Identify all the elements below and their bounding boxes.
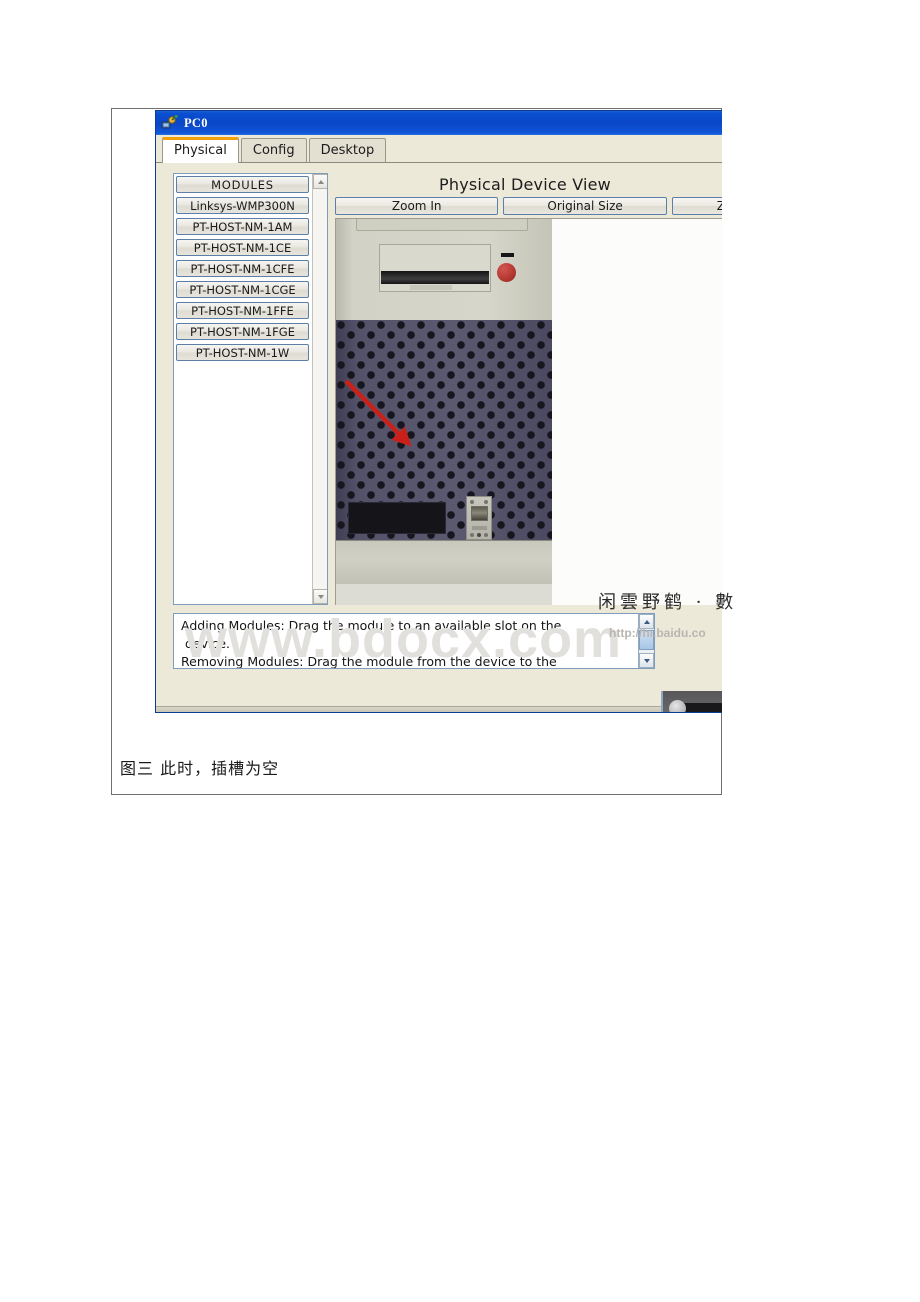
tower-vent-grille [336, 320, 552, 540]
original-size-button[interactable]: Original Size [503, 197, 667, 215]
plug-shape [669, 700, 686, 712]
module-item-pt-host-nm-1am[interactable]: PT-HOST-NM-1AM [176, 218, 309, 235]
window-title-bar: PC0 [156, 111, 722, 135]
help-scrollbar[interactable] [638, 614, 654, 668]
tower-base-panel [336, 540, 552, 585]
window-bottom-strip [156, 706, 722, 712]
tab-config[interactable]: Config [240, 138, 307, 162]
tower-optical-drive [379, 244, 491, 292]
nic-screw-icon [470, 500, 474, 504]
help-instructions: Adding Modules: Drag the module to an av… [181, 618, 562, 669]
tower-front-panel [336, 219, 552, 320]
modules-header: MODULES [176, 176, 309, 193]
modules-panel: MODULES Linksys-WMP300N PT-HOST-NM-1AM P… [173, 173, 328, 605]
modules-scrollbar[interactable] [312, 174, 327, 604]
module-item-pt-host-nm-1ffe[interactable]: PT-HOST-NM-1FFE [176, 302, 309, 319]
figure-caption: 图三 此时，插槽为空 [120, 759, 280, 778]
pc-network-icon [161, 114, 178, 132]
tab-physical[interactable]: Physical [162, 137, 239, 163]
pc-tower-image[interactable] [336, 219, 552, 605]
physical-device-view-title: Physical Device View [439, 175, 611, 194]
nic-screw-icon [484, 500, 488, 504]
pc0-device-window: PC0 Physical Config Desktop MODULES Link… [155, 110, 722, 713]
module-item-pt-host-nm-1w[interactable]: PT-HOST-NM-1W [176, 344, 309, 361]
module-item-linksys-wmp300n[interactable]: Linksys-WMP300N [176, 197, 309, 214]
tower-upper-bay [356, 219, 528, 231]
url-watermark: http://hi.baidu.co [609, 626, 706, 640]
tab-strip: Physical Config Desktop [156, 135, 722, 163]
power-button-icon [497, 263, 516, 282]
tab-desktop[interactable]: Desktop [308, 138, 387, 162]
modules-list: MODULES Linksys-WMP300N PT-HOST-NM-1AM P… [176, 176, 311, 365]
tower-floor [336, 584, 552, 605]
zoom-out-button[interactable]: Z [671, 197, 722, 215]
module-item-pt-host-nm-1fge[interactable]: PT-HOST-NM-1FGE [176, 323, 309, 340]
nic-screw-icon [477, 533, 481, 537]
photo-thumbnail [661, 691, 722, 712]
zoom-toolbar: Zoom In Original Size Z [335, 197, 722, 215]
signature-watermark: 闲雲野鹤 · 數 [598, 592, 738, 613]
scroll-up-icon[interactable] [313, 174, 327, 189]
module-item-pt-host-nm-1cfe[interactable]: PT-HOST-NM-1CFE [176, 260, 309, 277]
help-scroll-down-icon[interactable] [639, 653, 654, 668]
window-title: PC0 [184, 115, 208, 130]
nic-screw-icon [484, 533, 488, 537]
drive-eject-button [410, 285, 452, 290]
drive-slot-opening [381, 271, 489, 284]
power-led-icon [501, 253, 514, 257]
module-item-pt-host-nm-1cge[interactable]: PT-HOST-NM-1CGE [176, 281, 309, 298]
nic-lower-strip [472, 526, 487, 530]
ethernet-port-icon [471, 506, 488, 521]
empty-module-slot[interactable] [348, 502, 446, 534]
scroll-down-icon[interactable] [313, 589, 327, 604]
device-view-canvas[interactable] [335, 218, 722, 605]
installed-nic-module[interactable] [466, 496, 492, 540]
zoom-in-button[interactable]: Zoom In [335, 197, 499, 215]
module-item-pt-host-nm-1ce[interactable]: PT-HOST-NM-1CE [176, 239, 309, 256]
help-text-panel: Adding Modules: Drag the module to an av… [173, 613, 655, 669]
nic-screw-icon [470, 533, 474, 537]
